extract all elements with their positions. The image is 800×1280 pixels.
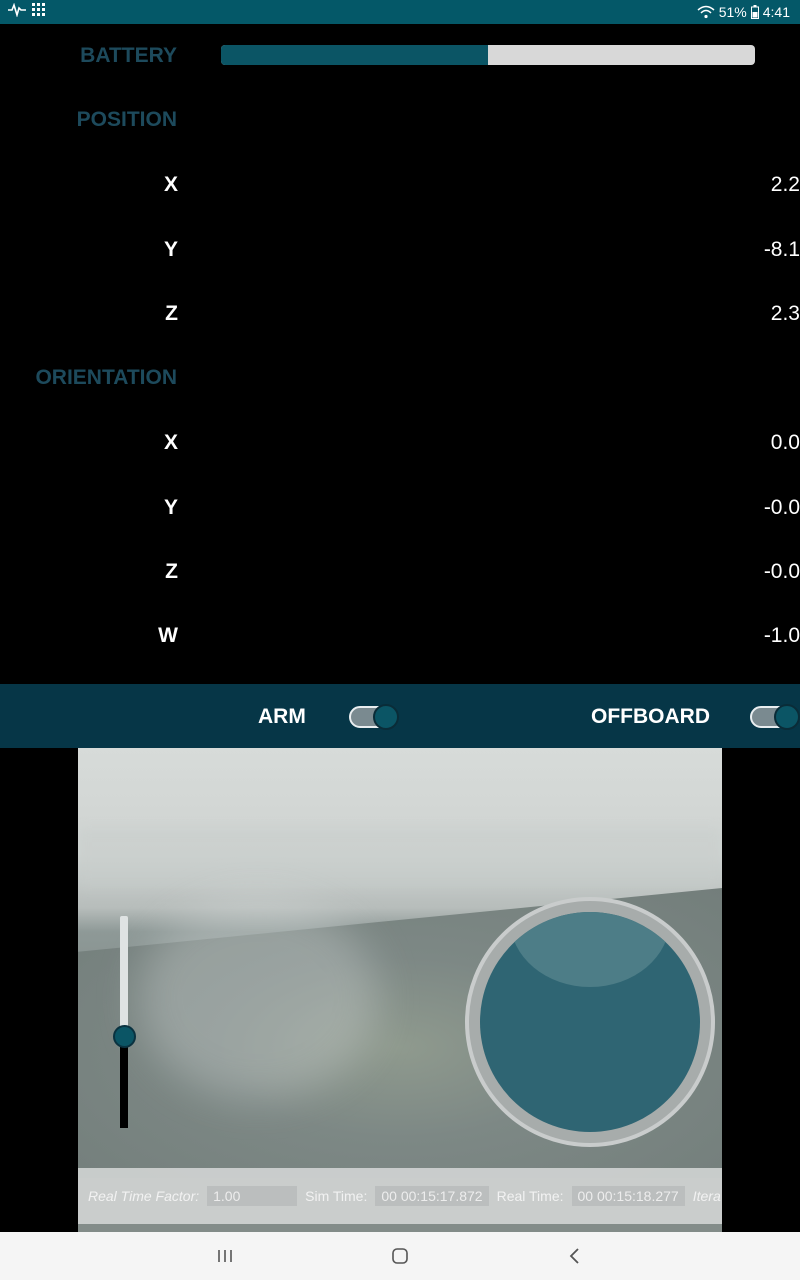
grid-icon (32, 3, 46, 17)
position-x-label: X (163, 173, 178, 196)
throttle-track-lower[interactable] (120, 1036, 128, 1128)
back-icon[interactable] (560, 1244, 590, 1268)
pulse-icon (8, 3, 26, 17)
position-title: POSITION (76, 108, 177, 131)
real-time-label: Real Time: (496, 1188, 564, 1204)
arm-toggle-thumb (373, 704, 399, 730)
position-z-value: 2.3 (770, 302, 800, 325)
position-y-label: Y (163, 238, 178, 261)
offboard-toggle[interactable] (750, 704, 800, 730)
orientation-w-label: W (158, 624, 178, 647)
sim-time-label: Sim Time: (305, 1188, 368, 1204)
orientation-title: ORIENTATION (35, 366, 177, 389)
offboard-toggle-thumb (774, 704, 800, 730)
sim-info-bar: Real Time Factor: 1.00 Sim Time: 00 00:1… (78, 1168, 722, 1224)
battery-label: BATTERY (80, 44, 177, 67)
nav-bar (0, 1232, 800, 1280)
camera-glare (138, 898, 378, 1098)
battery-bar (221, 45, 755, 65)
offboard-label: OFFBOARD (591, 705, 710, 728)
orientation-y-value: -0.0 (763, 496, 800, 519)
position-z-label: Z (165, 302, 178, 325)
orientation-y-label: Y (163, 496, 178, 519)
real-time-factor-label: Real Time Factor: (88, 1188, 200, 1204)
joystick-pad[interactable] (480, 912, 700, 1132)
throttle-track-upper[interactable] (120, 916, 128, 1037)
orientation-z-label: Z (165, 560, 178, 583)
orientation-z-value: -0.0 (763, 560, 800, 583)
joystick-highlight (510, 912, 670, 987)
home-icon[interactable] (385, 1244, 415, 1268)
camera-horizon (78, 828, 722, 888)
position-x-value: 2.2 (770, 173, 800, 196)
iterations-label: Itera (692, 1188, 721, 1204)
orientation-w-value: -1.0 (763, 624, 800, 647)
arm-toggle[interactable] (349, 704, 399, 730)
real-time-factor-value: 1.00 (207, 1186, 298, 1206)
battery-percent: 51% (718, 4, 747, 20)
arm-label: ARM (258, 705, 306, 728)
control-bar: ARM OFFBOARD (0, 684, 800, 748)
wifi-icon (697, 5, 715, 19)
recents-icon[interactable] (210, 1244, 240, 1268)
throttle-slider-thumb[interactable] (113, 1024, 136, 1048)
battery-fill (221, 45, 488, 65)
sim-time-value: 00 00:15:17.872 (375, 1186, 489, 1206)
clock: 4:41 (762, 4, 790, 20)
real-time-value: 00 00:15:18.277 (571, 1186, 685, 1206)
position-y-value: -8.1 (763, 238, 800, 261)
status-bar: 51% 4:41 (0, 0, 800, 24)
orientation-x-label: X (163, 431, 178, 454)
orientation-x-value: 0.0 (770, 431, 800, 454)
battery-icon (750, 5, 759, 19)
